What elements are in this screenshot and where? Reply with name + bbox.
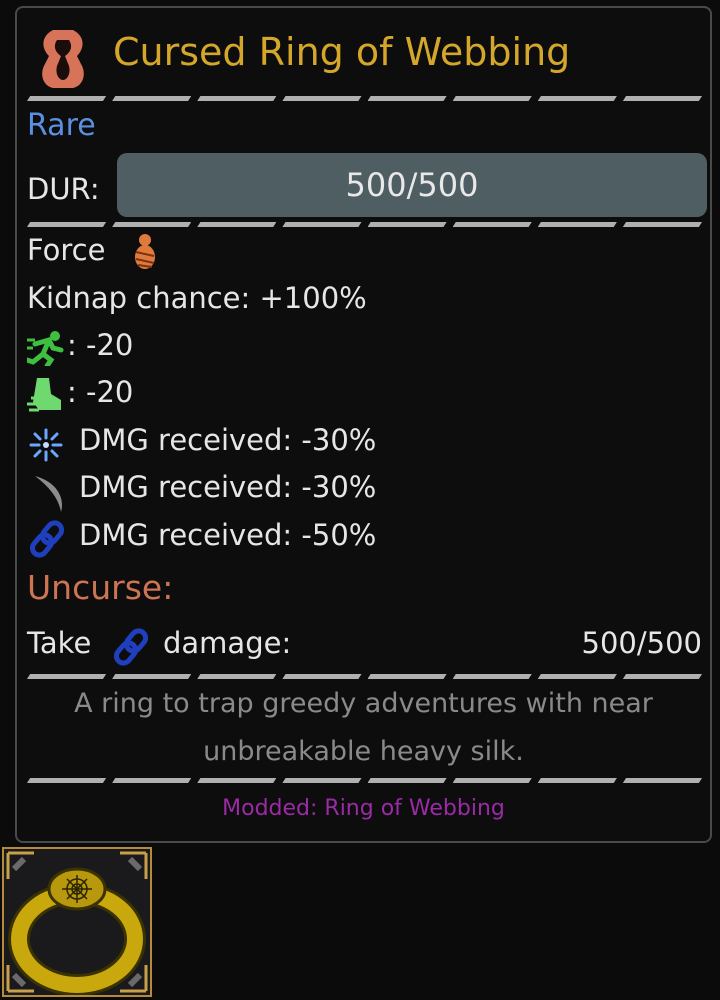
divider-durability <box>27 220 702 229</box>
durability-label: DUR: <box>27 172 100 206</box>
chain-icon <box>29 520 65 558</box>
durability-value: 500/500 <box>345 166 479 204</box>
kidnap-chance: Kidnap chance: +100% <box>27 281 367 315</box>
item-description-line2: unbreakable heavy silk. <box>203 736 524 767</box>
item-tooltip: Cursed Ring of Webbing Rare DUR: 500/500… <box>15 6 712 843</box>
divider-description-bottom <box>27 776 702 785</box>
force-label: Force <box>27 233 106 267</box>
evasion-stat: : -20 <box>67 375 134 409</box>
uncurse-damage-label: damage: <box>163 626 292 660</box>
slash-damage-received: DMG received: -30% <box>79 470 377 504</box>
item-name: Cursed Ring of Webbing <box>113 30 571 74</box>
durability-bar: 500/500 <box>117 153 707 217</box>
uncurse-progress: 500/500 <box>581 626 702 660</box>
dodge-icon <box>27 378 61 412</box>
divider-top <box>27 94 702 103</box>
speed-stat: : -20 <box>67 328 134 362</box>
item-description-line1: A ring to trap greedy adventures with ne… <box>74 688 653 719</box>
cocoon-icon <box>135 234 155 269</box>
tooltip-header: Cursed Ring of Webbing <box>17 8 710 100</box>
item-rarity: Rare <box>27 108 96 143</box>
magic-burst-icon <box>29 428 63 462</box>
divider-description-top <box>27 672 702 681</box>
uncurse-take-label: Take <box>27 626 92 660</box>
uncurse-heading: Uncurse: <box>27 568 174 607</box>
bind-damage-received: DMG received: -50% <box>79 518 377 552</box>
cursed-ring-icon <box>42 30 84 88</box>
modded-source: Modded: Ring of Webbing <box>222 796 505 821</box>
inventory-slot[interactable] <box>2 847 152 997</box>
claw-slash-icon <box>35 476 62 512</box>
web-ring-icon <box>6 851 148 995</box>
chain-icon <box>113 628 149 666</box>
running-icon <box>27 331 64 366</box>
magic-damage-received: DMG received: -30% <box>79 423 377 457</box>
